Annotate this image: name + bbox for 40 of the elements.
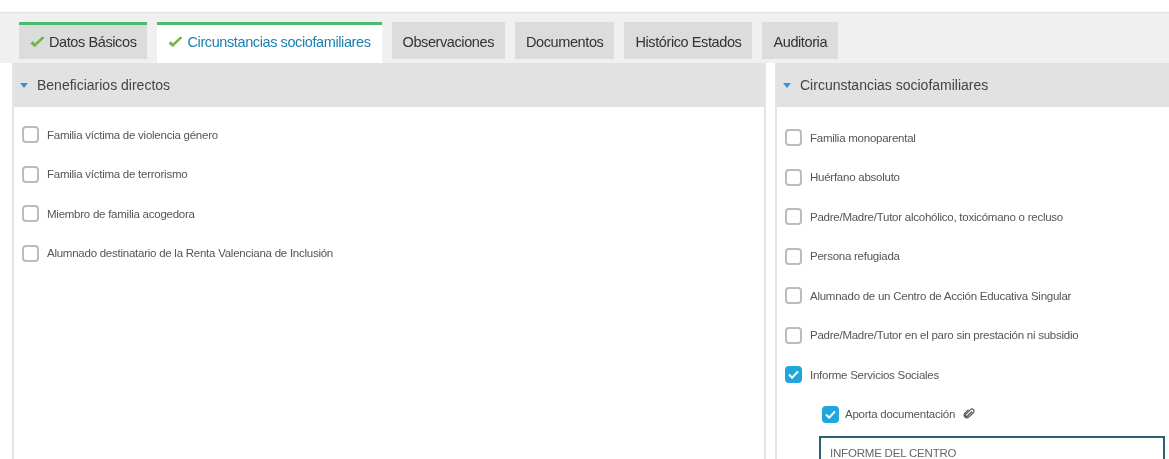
check-mark-icon (168, 35, 184, 49)
checkbox[interactable] (785, 129, 802, 147)
checkbox[interactable] (785, 247, 802, 265)
checkbox[interactable] (22, 244, 39, 262)
text-input-field[interactable]: INFORME DEL CENTRO (819, 436, 1165, 459)
checkbox[interactable] (22, 165, 39, 183)
checkbox-label[interactable]: Informe Servicios Sociales (810, 368, 939, 381)
checkbox[interactable] (785, 366, 802, 384)
checkbox[interactable] (22, 205, 39, 223)
tab[interactable]: Circunstancias sociofamiliares (157, 22, 382, 63)
checkbox[interactable] (22, 126, 39, 144)
checkbox-label[interactable]: Aporta documentación (845, 408, 956, 421)
check-mark-icon (30, 35, 45, 49)
tab[interactable]: Datos Básicos (19, 22, 148, 59)
tab[interactable]: Histórico Estados (624, 22, 753, 59)
checkbox[interactable] (822, 405, 839, 423)
paperclip-icon[interactable] (963, 408, 976, 421)
checkbox-label[interactable]: Huérfano absoluto (810, 171, 900, 184)
panel-header[interactable]: Beneficiarios directos (14, 63, 764, 107)
caret-icon (20, 82, 28, 88)
checkbox-label[interactable]: Alumnado de un Centro de Acción Educativa Singular (810, 289, 1072, 302)
checkbox-label[interactable]: Padre/Madre/Tutor alcohólico, toxicómano o recluso (810, 210, 1063, 223)
checkbox[interactable] (785, 287, 802, 305)
check-icon (825, 409, 836, 419)
checkbox[interactable] (785, 208, 802, 226)
checkbox-label[interactable]: Persona refugiada (810, 250, 900, 263)
tab[interactable]: Documentos (515, 22, 615, 59)
checkbox[interactable] (785, 326, 802, 344)
panel-header[interactable]: Circunstancias sociofamiliares (777, 63, 1169, 107)
checkbox-label[interactable]: Familia víctima de terrorismo (47, 168, 188, 181)
checkbox-label[interactable]: Familia víctima de violencia género (47, 128, 218, 141)
caret-icon (783, 82, 791, 88)
checkbox[interactable] (785, 168, 802, 186)
checkbox-label[interactable]: Familia monoparental (810, 131, 916, 144)
tab[interactable]: Auditoria (762, 22, 839, 59)
check-icon (788, 370, 799, 380)
checkbox-label[interactable]: Padre/Madre/Tutor en el paro sin prestación ni subsidio (810, 329, 1079, 342)
checkbox-label[interactable]: Alumnado destinatario de la Renta Valenciana de Inclusión (47, 247, 333, 260)
tab[interactable]: Observaciones (391, 22, 505, 59)
checkbox-label[interactable]: Miembro de familia acogedora (47, 207, 195, 220)
